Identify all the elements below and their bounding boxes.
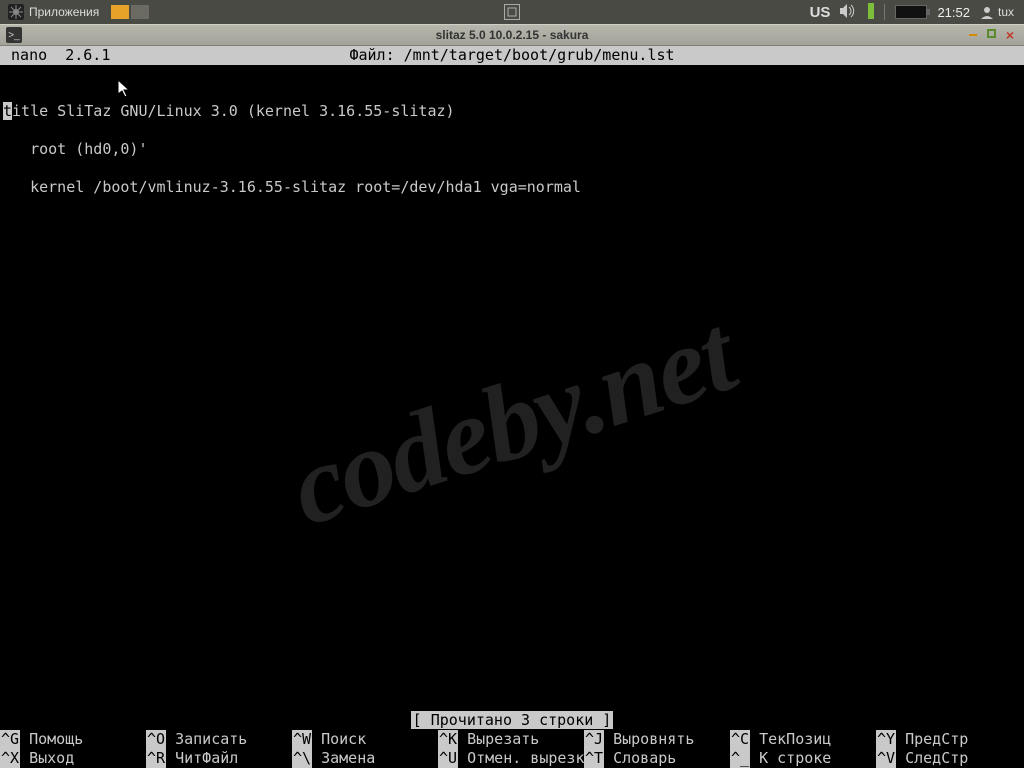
nano-shortcut-replace: ^\ Замена	[292, 749, 438, 768]
nano-shortcut-exit: ^X Выход	[0, 749, 146, 768]
window-titlebar[interactable]: >_ slitaz 5.0 10.0.2.15 - sakura ×	[0, 24, 1024, 46]
nano-shortcut-justify: ^J Выровнять	[584, 730, 730, 749]
slitaz-spider-icon	[8, 4, 24, 20]
user-icon	[980, 5, 994, 19]
tray-app-icon[interactable]	[504, 4, 520, 20]
nano-header-bar: nano 2.6.1 Файл: /mnt/target/boot/grub/m…	[0, 46, 1024, 65]
clock[interactable]: 21:52	[937, 5, 970, 20]
user-menu[interactable]: tux	[980, 5, 1014, 19]
window-close-button[interactable]: ×	[1004, 29, 1016, 41]
nano-shortcut-nextpage: ^V СледСтр	[876, 749, 1022, 768]
watermark-text: codeby.net	[292, 342, 731, 501]
nano-shortcut-writeout: ^O Записать	[146, 730, 292, 749]
volume-icon[interactable]	[840, 4, 858, 21]
applications-menu-label: Приложения	[29, 5, 99, 19]
nano-shortcut-row: ^X Выход ^R ЧитФайл ^\ Замена ^U Отмен. …	[0, 749, 1024, 768]
panel-separator	[884, 4, 885, 20]
taskbar-items	[111, 5, 149, 19]
network-icon[interactable]	[868, 3, 874, 22]
nano-footer: [ Прочитано 3 строки ] ^G Помощь ^O Запи…	[0, 711, 1024, 768]
nano-shortcut-spell: ^T Словарь	[584, 749, 730, 768]
nano-editor-body[interactable]: title SliTaz GNU/Linux 3.0 (kernel 3.16.…	[0, 65, 1024, 235]
nano-version: nano 2.6.1	[2, 46, 110, 65]
nano-shortcut-curpos: ^C ТекПозиц	[730, 730, 876, 749]
nano-shortcut-uncut: ^U Отмен. вырезк	[438, 749, 584, 768]
nano-shortcut-gotoline: ^_ К строке	[730, 749, 876, 768]
window-minimize-button[interactable]	[967, 29, 979, 41]
editor-line: title SliTaz GNU/Linux 3.0 (kernel 3.16.…	[0, 102, 1024, 121]
editor-line: root (hd0,0)'	[0, 140, 1024, 159]
nano-shortcut-help: ^G Помощь	[0, 730, 146, 749]
nano-shortcut-readfile: ^R ЧитФайл	[146, 749, 292, 768]
applications-menu-button[interactable]: Приложения	[0, 0, 107, 24]
nano-shortcut-cut: ^K Вырезать	[438, 730, 584, 749]
keyboard-layout-indicator[interactable]: US	[810, 4, 831, 21]
desktop-top-panel: Приложения US 21:52 tux	[0, 0, 1024, 24]
battery-icon[interactable]	[895, 5, 927, 19]
editor-line: kernel /boot/vmlinuz-3.16.55-slitaz root…	[0, 178, 1024, 197]
nano-status-line: [ Прочитано 3 строки ]	[0, 711, 1024, 730]
panel-center-tray	[504, 4, 520, 20]
terminal-icon: >_	[6, 27, 22, 43]
nano-shortcut-row: ^G Помощь ^O Записать ^W Поиск ^K Выреза…	[0, 730, 1024, 749]
window-title: slitaz 5.0 10.0.2.15 - sakura	[436, 28, 589, 42]
nano-status-text: [ Прочитано 3 строки ]	[411, 711, 614, 729]
window-maximize-button[interactable]	[987, 29, 996, 38]
nano-cursor: t	[3, 102, 12, 120]
user-name: tux	[998, 5, 1014, 19]
nano-shortcut-search: ^W Поиск	[292, 730, 438, 749]
taskbar-item[interactable]	[131, 5, 149, 19]
nano-shortcut-prevpage: ^Y ПредСтр	[876, 730, 1022, 749]
terminal[interactable]: nano 2.6.1 Файл: /mnt/target/boot/grub/m…	[0, 46, 1024, 768]
taskbar-item-active[interactable]	[111, 5, 129, 19]
nano-file-label: Файл: /mnt/target/boot/grub/menu.lst	[349, 46, 674, 65]
